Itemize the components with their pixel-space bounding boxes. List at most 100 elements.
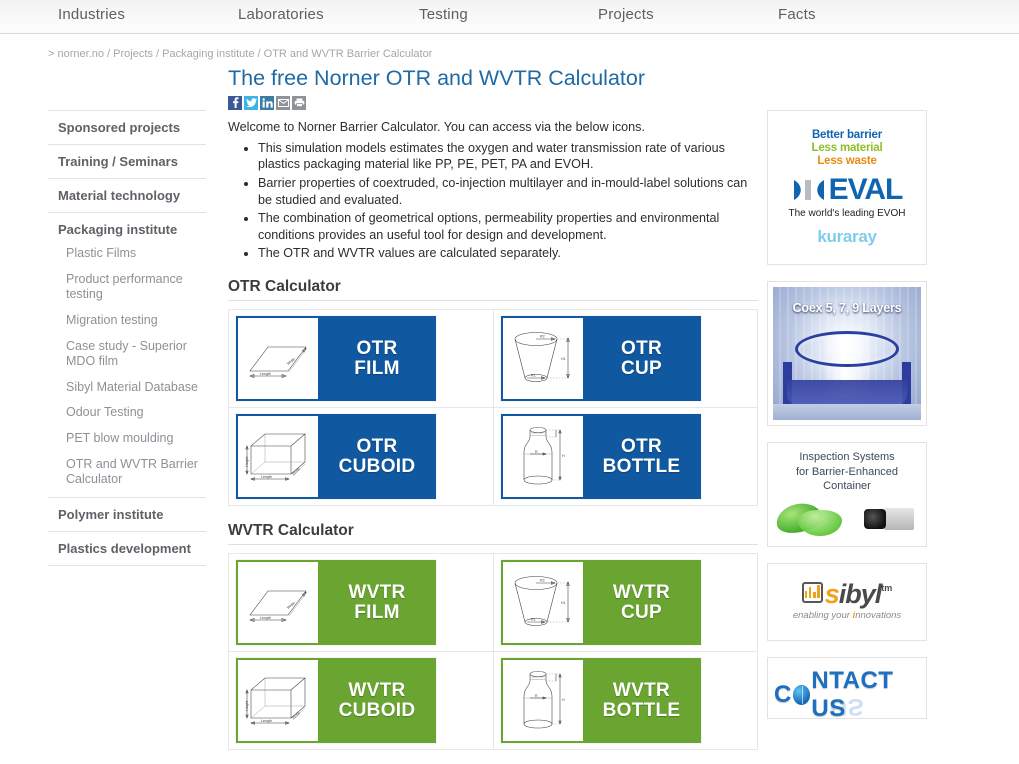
inspection-caption: Inspection Systems for Barrier-Enhanced …: [774, 450, 920, 494]
svg-text:Length: Length: [260, 616, 271, 620]
sidebar-item-sibyl-material-database[interactable]: Sibyl Material Database: [48, 375, 206, 401]
calculator-tile-otr-film[interactable]: Length Width OTR FILM: [236, 316, 436, 402]
eval-kuraray-ad[interactable]: Better barrier Less material Less waste …: [767, 110, 927, 265]
film-ring: [795, 331, 899, 367]
sibyl-ad[interactable]: sibyl tm enabling your innovations: [767, 562, 927, 641]
sidebar-item-odour-testing[interactable]: Odour Testing: [48, 400, 206, 426]
tile-diagram: RH: [500, 414, 583, 500]
sidebar-item-otr-and-wvtr-barrier-calculator[interactable]: OTR and WVTR Barrier Calculator: [48, 452, 206, 498]
calculator-tile-wvtr-bottle[interactable]: R H WVTR BOTTLE: [500, 658, 701, 744]
svg-text:R2: R2: [540, 334, 545, 338]
machine-base: [787, 380, 907, 406]
social-share-bar: [228, 95, 758, 110]
breadcrumb-item-3[interactable]: OTR and WVTR Barrier Calculator: [264, 48, 433, 60]
tile-cell: R2 R1 H1 OTR CUP: [493, 310, 758, 409]
tile-cell: Length Width OTR FILM: [229, 310, 494, 409]
floor: [773, 404, 921, 420]
tile-label: WVTR BOTTLE: [582, 658, 701, 744]
breadcrumb: > norner.no / Projects / Packaging insti…: [48, 48, 432, 60]
tile-label-line2: CUP: [620, 357, 662, 379]
sidebar-item-product-performance-testing[interactable]: Product performance testing: [48, 267, 206, 308]
calculator-tile-otr-bottle[interactable]: R H OTR BOTTLE: [500, 414, 701, 500]
facebook-icon[interactable]: [228, 95, 242, 110]
sibyl-tagline: enabling your innovations: [792, 609, 902, 621]
tile-cell: Height Length Width WVTR CUBOID: [229, 652, 494, 751]
eval-wordmark: EVAL: [828, 172, 904, 206]
section-heading: WVTR Calculator: [228, 522, 758, 546]
nav-item-industries[interactable]: Industries: [58, 6, 125, 23]
svg-text:Width: Width: [292, 711, 302, 720]
breadcrumb-item-0[interactable]: norner.no: [58, 48, 104, 60]
tile-label-line1: WVTR: [348, 680, 406, 702]
nav-item-projects[interactable]: Projects: [598, 6, 654, 23]
calculator-tile-otr-cuboid[interactable]: Height Length Width OTR CUBOID: [236, 414, 436, 500]
sidebar-item-plastic-films[interactable]: Plastic Films: [48, 241, 206, 267]
svg-text:R2: R2: [540, 578, 545, 582]
left-sidebar-nav: Sponsored projects Training / Seminars Mat…: [48, 110, 206, 566]
inspection-systems-ad[interactable]: Inspection Systems for Barrier-Enhanced …: [767, 442, 927, 547]
feature-bullet-list: This simulation models estimates the oxy…: [228, 140, 758, 262]
calculator-tile-wvtr-cuboid[interactable]: Height Length Width WVTR CUBOID: [236, 658, 436, 744]
linkedin-icon[interactable]: [260, 95, 274, 110]
svg-text:R: R: [535, 450, 538, 454]
twitter-icon[interactable]: [244, 95, 258, 110]
tile-label: OTR FILM: [318, 316, 436, 402]
sidebar-item-pet-blow-moulding[interactable]: PET blow moulding: [48, 426, 206, 452]
sidebar-item-training-seminars[interactable]: Training / Seminars: [48, 145, 206, 179]
sidebar-item-plastics-development[interactable]: Plastics development: [48, 532, 206, 566]
feature-bullet: The combination of geometrical options, …: [258, 210, 758, 243]
sidebar-item-polymer-institute[interactable]: Polymer institute: [48, 498, 206, 532]
tile-label-line1: WVTR: [612, 582, 671, 604]
svg-text:Width: Width: [292, 467, 302, 476]
inspection-caption-line-3: Container: [823, 480, 871, 493]
calculator-tile-wvtr-cup[interactable]: R2 R1 H1 WVTR CUP: [500, 560, 701, 646]
inspection-imagery: [773, 498, 920, 540]
page-root: Industries Laboratories Testing Projects Fac…: [0, 0, 1019, 764]
tile-label: OTR CUBOID: [318, 414, 436, 500]
svg-text:R: R: [535, 694, 538, 698]
breadcrumb-sep: /: [107, 48, 111, 60]
svg-text:Height: Height: [245, 700, 249, 710]
svg-text:H1: H1: [561, 601, 566, 605]
eval-line-1: Better barrier: [811, 128, 883, 141]
sidebar-item-material-technology[interactable]: Material technology: [48, 179, 206, 213]
eval-logo: EVAL: [792, 172, 904, 206]
breadcrumb-sep: /: [257, 48, 261, 60]
sidebar-item-sponsored-projects[interactable]: Sponsored projects: [48, 111, 206, 145]
email-icon[interactable]: [276, 95, 290, 110]
calculator-tile-otr-cup[interactable]: R2 R1 H1 OTR CUP: [500, 316, 701, 402]
svg-text:H: H: [562, 454, 565, 458]
feature-bullet: The OTR and WVTR values are calculated s…: [258, 245, 758, 262]
eval-line-2: Less material: [811, 141, 883, 154]
tile-diagram: RH: [500, 658, 583, 744]
contact-us-ad[interactable]: CNTACT US CONTACT US: [767, 656, 927, 719]
tile-diagram: Length Width: [236, 316, 318, 402]
coex-layers-ad[interactable]: Coex 5, 7, 9 Layers: [767, 281, 927, 426]
tile-label-line1: WVTR: [348, 582, 406, 604]
tile-label: WVTR CUBOID: [318, 658, 436, 744]
sidebar-item-case-study-superior-mdo-film[interactable]: Case study - Superior MDO film: [48, 334, 206, 375]
sidebar-item-packaging-institute[interactable]: Packaging institute: [48, 213, 206, 241]
nav-item-testing[interactable]: Testing: [419, 6, 468, 23]
cuboid-diagram-icon: Height Length Width: [245, 677, 306, 725]
breadcrumb-item-2[interactable]: Packaging institute: [162, 48, 254, 60]
tile-diagram: Height Length Width: [236, 658, 318, 744]
tile-label-line2: CUP: [620, 601, 662, 623]
tile-diagram: Height Length Width: [236, 414, 318, 500]
nav-item-laboratories[interactable]: Laboratories: [238, 6, 324, 23]
print-icon[interactable]: [292, 95, 306, 110]
eval-line-3: Less waste: [817, 154, 877, 167]
calculator-tile-wvtr-film[interactable]: Length Width WVTR FILM: [236, 560, 436, 646]
bar-chart-icon: [801, 582, 823, 604]
camera-lens: [864, 508, 886, 529]
breadcrumb-item-1[interactable]: Projects: [113, 48, 153, 60]
sidebar-item-migration-testing[interactable]: Migration testing: [48, 308, 206, 334]
nav-item-facts[interactable]: Facts: [778, 6, 816, 23]
tile-label-line2: FILM: [354, 357, 400, 379]
bottle-diagram-icon: RH: [523, 670, 565, 728]
tile-cell: Height Length Width OTR CUBOID: [229, 408, 494, 507]
tile-diagram: R2 R1 H1: [500, 316, 583, 402]
svg-text:H1: H1: [561, 357, 566, 361]
tile-label-line2: CUBOID: [338, 455, 416, 477]
camera-icon: [862, 506, 914, 532]
